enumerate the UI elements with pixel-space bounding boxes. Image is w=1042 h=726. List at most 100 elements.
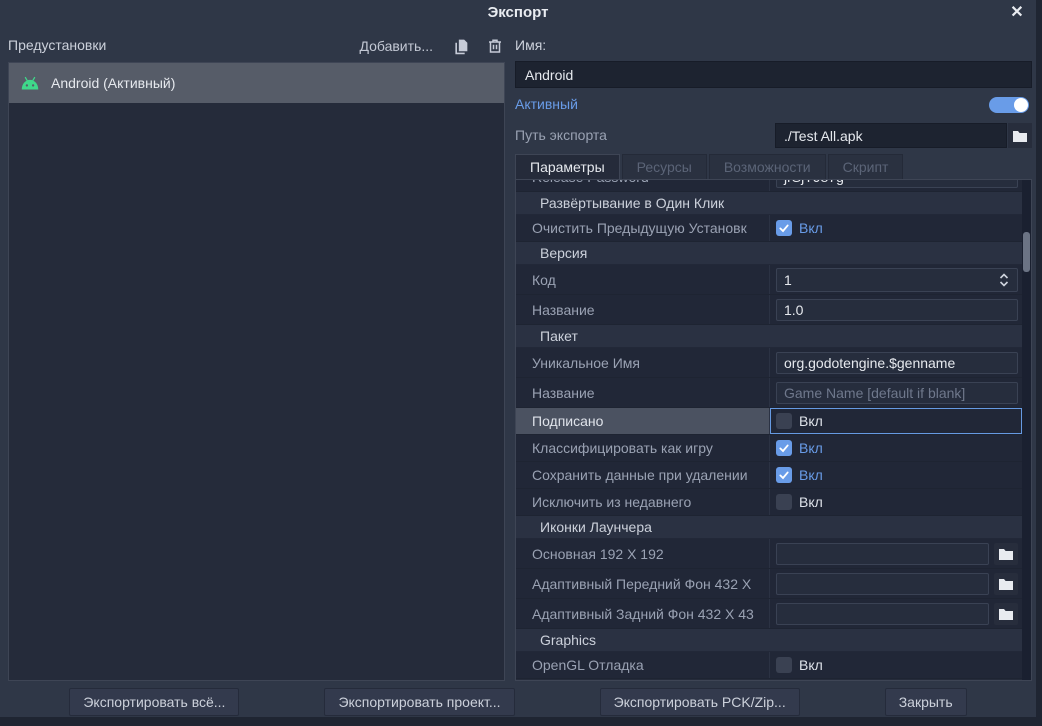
property-label-text: Сохранить данные при удалении — [532, 467, 748, 483]
property-label[interactable]: Сохранить данные при удалении — [516, 462, 770, 488]
tab-скрипт[interactable]: Скрипт — [828, 154, 904, 179]
property-value: jrSjT987g — [770, 179, 1022, 191]
copy-icon — [453, 38, 470, 55]
preset-item[interactable]: Android (Активный) — [9, 63, 504, 103]
checkbox-unchecked[interactable] — [776, 657, 792, 673]
text-input-value: org.godotengine.$genname — [784, 355, 955, 371]
file-path-input[interactable] — [776, 543, 989, 565]
delete-preset-button[interactable] — [485, 36, 505, 56]
export-dialog: Экспорт ✕ Предустановки Добавить... Andr… — [0, 0, 1036, 717]
spinbox-input[interactable]: 1 — [776, 268, 1018, 292]
property-label-text: Адаптивный Передний Фон 432 X — [532, 576, 751, 592]
property-label-text: Исключить из недавнего — [532, 494, 691, 510]
property-value: org.godotengine.$genname — [770, 348, 1022, 377]
spin-updown-icon[interactable] — [998, 272, 1010, 288]
text-input[interactable]: Game Name [default if blank] — [776, 382, 1018, 404]
property-label[interactable]: Уникальное Имя — [516, 348, 770, 377]
property-label-text: Название — [532, 385, 595, 401]
checkbox-unchecked[interactable] — [776, 413, 792, 429]
property-label[interactable]: Исключить из недавнего — [516, 489, 770, 515]
folder-icon — [999, 608, 1013, 620]
android-icon — [19, 76, 41, 91]
updown-arrows-icon — [998, 272, 1010, 288]
category-row[interactable]: Версия — [516, 242, 1022, 265]
checkbox-checked[interactable] — [776, 440, 792, 456]
text-input[interactable]: jrSjT987g — [776, 179, 1018, 188]
folder-icon — [999, 548, 1013, 560]
runnable-toggle[interactable] — [989, 97, 1029, 113]
property-row: Release Password jrSjT987g — [516, 179, 1022, 192]
property-label[interactable]: Адаптивный Передний Фон 432 X — [516, 569, 770, 598]
checkbox-unchecked[interactable] — [776, 494, 792, 510]
property-label[interactable]: Release Password — [516, 179, 770, 191]
property-value: Вкл — [770, 408, 1022, 434]
file-browse-button[interactable] — [994, 573, 1018, 595]
tab-возможности[interactable]: Возможности — [709, 154, 826, 179]
toggle-knob — [1014, 98, 1028, 112]
property-row: Уникальное Имя org.godotengine.$genname — [516, 348, 1022, 378]
category-label: Graphics — [540, 632, 596, 648]
scrollbar-thumb[interactable] — [1023, 232, 1030, 272]
export-path-label: Путь экспорта — [515, 127, 607, 143]
property-label[interactable]: Подписано — [516, 408, 770, 434]
export-path-input[interactable] — [775, 123, 1007, 148]
export-pck-zip-button[interactable]: Экспортировать PCK/Zip... — [600, 688, 800, 716]
category-row[interactable]: Пакет — [516, 325, 1022, 348]
export-path-browse-button[interactable] — [1008, 123, 1032, 148]
duplicate-preset-button[interactable] — [451, 36, 471, 56]
property-value: Вкл — [770, 435, 1022, 461]
property-value — [770, 539, 1022, 568]
property-label[interactable]: Название — [516, 295, 770, 324]
category-label: Версия — [540, 245, 587, 261]
property-row: Сохранить данные при удалении Вкл — [516, 462, 1022, 489]
text-input-placeholder: Game Name [default if blank] — [784, 385, 965, 401]
tab-ресурсы[interactable]: Ресурсы — [622, 154, 707, 179]
property-label-text: Release Password — [532, 179, 649, 185]
file-path-input[interactable] — [776, 603, 989, 625]
spinbox-value: 1 — [784, 272, 792, 288]
runnable-label: Активный — [515, 96, 578, 112]
text-input[interactable]: 1.0 — [776, 299, 1018, 321]
checkbox-checked[interactable] — [776, 467, 792, 483]
checkbox-checked[interactable] — [776, 220, 792, 236]
category-row[interactable]: Graphics — [516, 629, 1022, 652]
property-label-text: OpenGL Отладка — [532, 657, 644, 673]
tab-параметры[interactable]: Параметры — [515, 154, 620, 179]
property-label[interactable]: Адаптивный Задний Фон 432 X 43 — [516, 599, 770, 628]
presets-list: Android (Активный) — [8, 62, 505, 681]
file-browse-button[interactable] — [994, 603, 1018, 625]
checkbox-label: Вкл — [799, 494, 823, 510]
property-label[interactable]: Очистить Предыдущую Установк — [516, 215, 770, 241]
property-row: Исключить из недавнего Вкл — [516, 489, 1022, 516]
trash-icon — [487, 38, 503, 54]
preset-item-label: Android (Активный) — [51, 75, 175, 91]
property-label-text: Уникальное Имя — [532, 355, 640, 371]
property-label[interactable]: Классифицировать как игру — [516, 435, 770, 461]
property-value: Вкл — [770, 462, 1022, 488]
property-row: Название 1.0 — [516, 295, 1022, 325]
close-button[interactable]: Закрыть — [885, 688, 967, 716]
export-all-button[interactable]: Экспортировать всё... — [69, 688, 239, 716]
footer: Экспортировать всё... Экспортировать прое… — [0, 688, 1036, 716]
preset-name-input[interactable] — [515, 61, 1032, 88]
property-label-text: Подписано — [532, 413, 603, 429]
add-preset-button[interactable]: Добавить... — [355, 36, 437, 56]
property-label-text: Основная 192 X 192 — [532, 546, 664, 562]
options-panel: Release Password jrSjT987g Развёртывание в… — [515, 179, 1032, 681]
file-path-input[interactable] — [776, 573, 989, 595]
checkbox-label: Вкл — [799, 467, 823, 483]
file-browse-button[interactable] — [994, 543, 1018, 565]
property-label[interactable]: Название — [516, 378, 770, 407]
property-label-text: Код — [532, 272, 556, 288]
export-project-button[interactable]: Экспортировать проект... — [324, 688, 514, 716]
text-input[interactable]: org.godotengine.$genname — [776, 352, 1018, 374]
property-label[interactable]: OpenGL Отладка — [516, 652, 770, 678]
category-row[interactable]: Иконки Лаунчера — [516, 516, 1022, 539]
category-row[interactable]: Развёртывание в Один Клик — [516, 192, 1022, 215]
property-row: Адаптивный Передний Фон 432 X — [516, 569, 1022, 599]
property-label[interactable]: Код — [516, 265, 770, 294]
dialog-title: Экспорт — [0, 4, 1036, 21]
options-scrollbar[interactable] — [1022, 180, 1031, 680]
property-label[interactable]: Основная 192 X 192 — [516, 539, 770, 568]
close-icon[interactable]: ✕ — [1007, 3, 1027, 23]
